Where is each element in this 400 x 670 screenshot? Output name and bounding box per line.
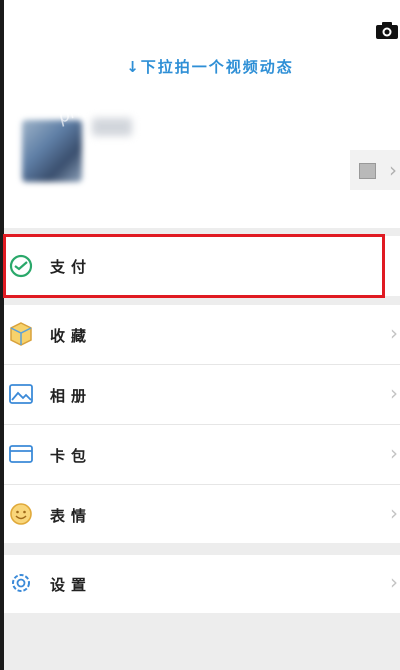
chevron-right-icon: › (390, 570, 398, 594)
menu-item-settings[interactable]: 设置 › (4, 555, 400, 613)
menu-label-card-wallet: 卡包 (50, 447, 93, 465)
chevron-right-icon: › (390, 381, 398, 405)
chevron-right-icon: › (390, 441, 398, 465)
menu-label-settings: 设置 (50, 576, 93, 594)
nickname-blurred (92, 118, 132, 136)
menu-label-favorites: 收藏 (50, 327, 93, 345)
settings-gear-icon (12, 574, 30, 592)
menu-label-stickers: 表情 (50, 507, 93, 525)
menu-label-album: 相册 (50, 387, 93, 405)
card-wallet-icon (9, 445, 33, 463)
menu-item-stickers[interactable]: 表情 › (4, 485, 400, 543)
camera-icon[interactable] (374, 20, 400, 40)
qr-code-icon[interactable] (359, 163, 376, 179)
highlight-box (3, 234, 385, 298)
chevron-right-icon: › (389, 158, 397, 182)
menu-item-card-wallet[interactable]: 卡包 › (4, 425, 400, 485)
sticker-smiley-icon (10, 503, 32, 525)
chevron-right-icon: › (390, 321, 398, 345)
menu-item-favorites[interactable]: 收藏 › (4, 305, 400, 365)
me-page-screen: ↓下拉拍一个视频动态 › 支付 收藏 › 相册 › 卡包 › 表情 › 设置 ›… (0, 0, 400, 670)
album-picture-icon (9, 384, 33, 404)
chevron-right-icon: › (390, 501, 398, 525)
avatar[interactable] (22, 120, 82, 182)
menu-item-album[interactable]: 相册 › (4, 365, 400, 425)
favorites-cube-icon (10, 322, 32, 346)
pull-down-hint: ↓下拉拍一个视频动态 (126, 58, 294, 76)
